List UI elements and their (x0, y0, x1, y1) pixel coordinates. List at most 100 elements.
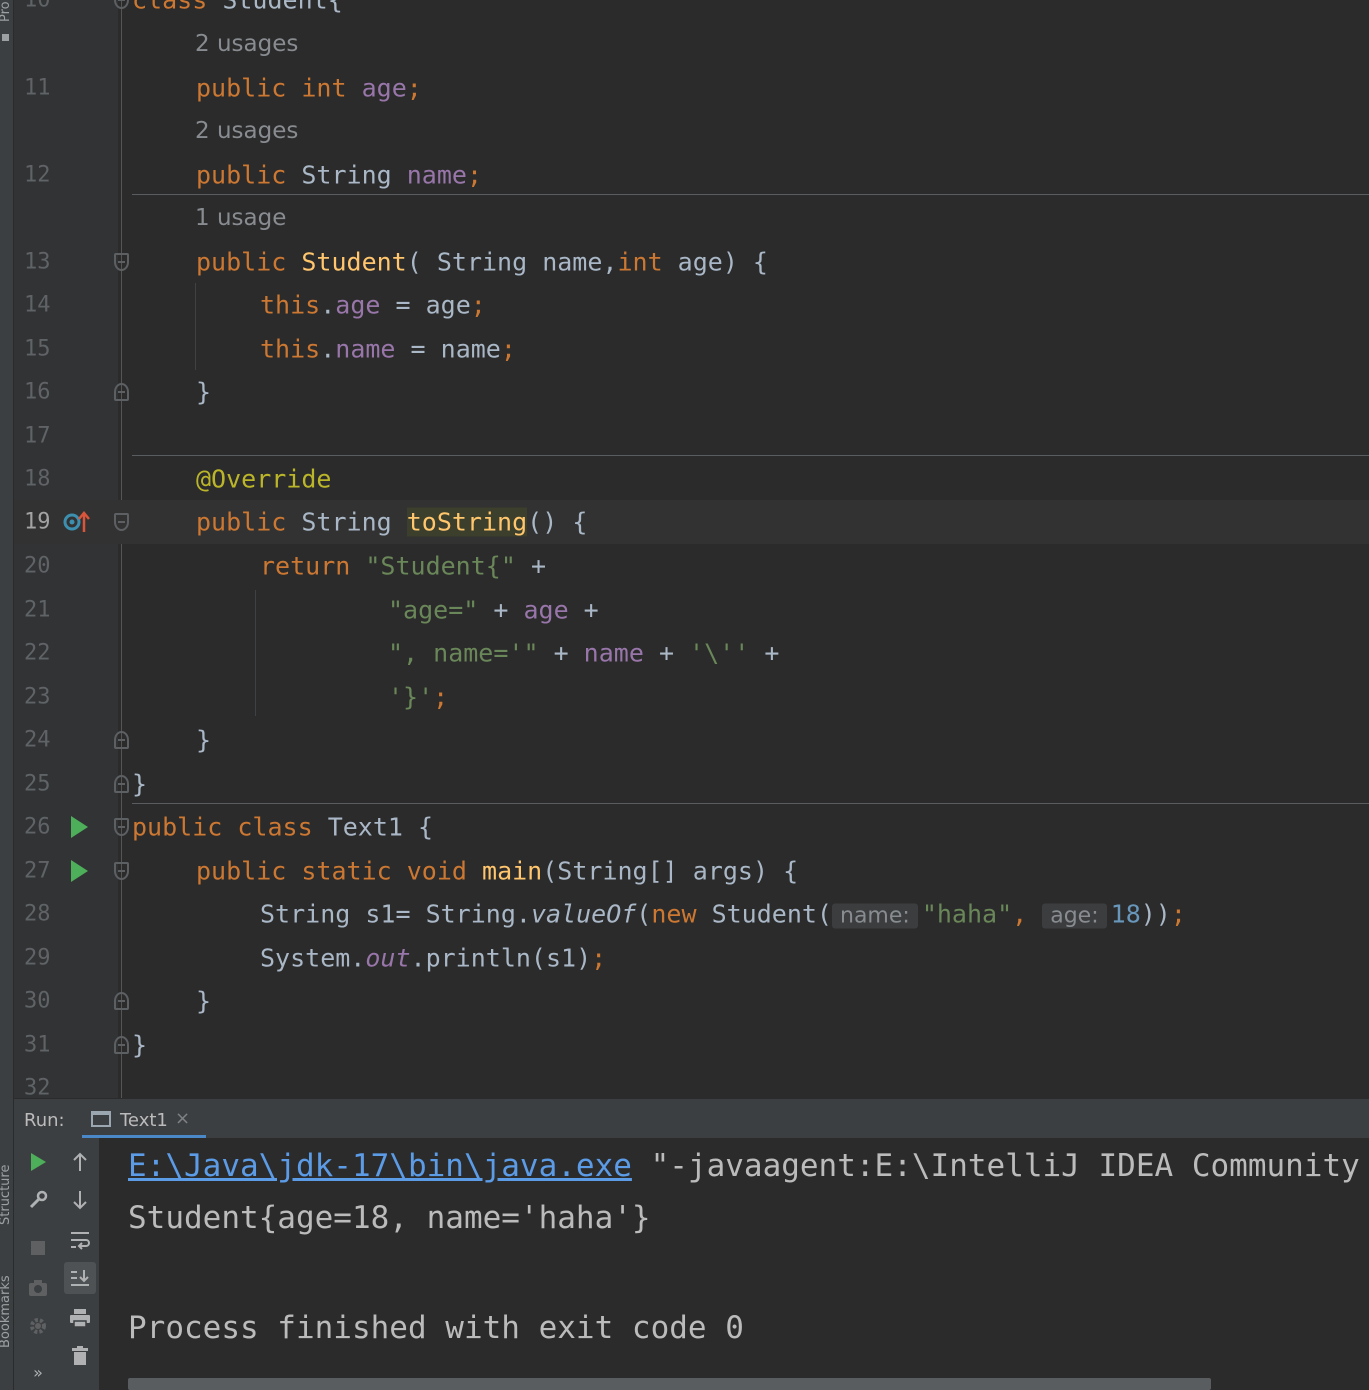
line-number: 26 (24, 814, 51, 840)
code-line-21[interactable]: 21 "age=" + age + (14, 588, 1369, 632)
camera-icon (29, 1280, 47, 1296)
code-line-30[interactable]: 30 } (14, 979, 1369, 1023)
overrides-method-icon[interactable] (62, 510, 94, 534)
console-output[interactable]: E:\Java\jdk-17\bin\java.exe "-javaagent:… (100, 1138, 1369, 1390)
code-line-28[interactable]: 28 String s1= String.valueOf(new Student… (14, 892, 1369, 936)
play-icon (31, 1153, 46, 1171)
more-actions-button[interactable]: » (22, 1356, 54, 1388)
usage-hint-row: 1 usage (14, 196, 1369, 240)
modify-run-config-button[interactable] (22, 1184, 54, 1216)
method-separator (132, 194, 1369, 195)
code-line-14[interactable]: 14 this.age = age; (14, 283, 1369, 327)
fold-marker-icon[interactable] (114, 1035, 129, 1054)
line-number: 15 (24, 336, 51, 362)
fold-marker-icon[interactable] (114, 861, 129, 880)
soft-wrap-button[interactable] (64, 1224, 96, 1256)
console-exit-message: Process finished with exit code 0 (128, 1310, 744, 1346)
usage-hint-row: 2 usages (14, 22, 1369, 66)
line-number: 13 (24, 249, 51, 275)
wrench-icon (29, 1190, 48, 1209)
run-class-icon[interactable] (71, 815, 88, 838)
fold-marker-icon[interactable] (114, 991, 129, 1010)
line-number: 32 (24, 1075, 51, 1098)
code-line-13[interactable]: 13 public Student( String name,int age) … (14, 240, 1369, 284)
fold-marker-icon[interactable] (114, 817, 129, 836)
fold-marker-icon[interactable] (114, 382, 129, 401)
usages-inlay[interactable]: 1 usage (195, 205, 286, 231)
code-line-26[interactable]: 26 public class Text1 { (14, 805, 1369, 849)
stop-button[interactable] (22, 1232, 54, 1264)
line-number: 20 (24, 553, 51, 579)
close-tab-icon[interactable]: × (175, 1108, 190, 1129)
clear-all-button[interactable] (64, 1340, 96, 1372)
code-line-23[interactable]: 23 '}'; (14, 675, 1369, 719)
param-hint-name: name: (832, 903, 918, 929)
code-line-24[interactable]: 24 } (14, 718, 1369, 762)
run-panel-label: Run: (24, 1110, 65, 1131)
settings-button[interactable] (22, 1310, 54, 1342)
line-number: 27 (24, 858, 51, 884)
bookmarks-tool-label[interactable]: Bookmarks (0, 1275, 13, 1348)
fold-marker-icon[interactable] (114, 512, 129, 531)
code-line-10[interactable]: 10 class Student{ (14, 0, 1369, 22)
code-line-12[interactable]: 12 public String name; (14, 153, 1369, 197)
scroll-to-end-icon (71, 1270, 89, 1286)
line-number: 19 (24, 509, 51, 535)
line-number: 30 (24, 988, 51, 1014)
gear-icon (30, 1318, 46, 1334)
code-line-22[interactable]: 22 ", name='" + name + '\'' + (14, 631, 1369, 675)
fold-marker-icon[interactable] (114, 774, 129, 793)
line-number: 21 (24, 597, 51, 623)
code-editor[interactable]: 10 class Student{ 2 usages 11 public int… (14, 0, 1369, 1098)
code-line-27[interactable]: 27 public static void main(String[] args… (14, 849, 1369, 893)
arrow-up-icon (73, 1152, 87, 1171)
stop-icon (31, 1241, 45, 1255)
class-separator (132, 803, 1369, 804)
fold-marker-icon[interactable] (114, 252, 129, 271)
run-tab-text1[interactable]: Text1 × (82, 1099, 206, 1139)
code-line-32[interactable]: 32 (14, 1066, 1369, 1098)
console-horizontal-scrollbar[interactable] (128, 1378, 1211, 1390)
usages-inlay[interactable]: 2 usages (195, 31, 298, 57)
code-line-17[interactable]: 17 (14, 414, 1369, 458)
structure-tool-label[interactable]: Structure (0, 1165, 13, 1225)
code-line-20[interactable]: 20 return "Student{" + (14, 544, 1369, 588)
code-line-29[interactable]: 29 System.out.println(s1); (14, 936, 1369, 980)
fold-marker-icon[interactable] (114, 730, 129, 749)
line-number: 23 (24, 684, 51, 710)
run-panel-header: Run: Text1 × (14, 1098, 1369, 1139)
param-hint-age: age: (1042, 903, 1107, 929)
project-tool-label[interactable]: Pro (0, 1, 13, 22)
scroll-up-button[interactable] (64, 1146, 96, 1178)
console-command-line: E:\Java\jdk-17\bin\java.exe "-javaagent:… (128, 1148, 1360, 1184)
printer-icon (70, 1309, 90, 1328)
code-line-18[interactable]: 18 @Override (14, 457, 1369, 501)
left-tool-strip: Pro Structure Bookmarks (0, 0, 14, 1390)
print-button[interactable] (64, 1302, 96, 1334)
trash-icon (72, 1346, 88, 1365)
fold-marker-icon[interactable] (114, 0, 129, 9)
code-line-31[interactable]: 31 } (14, 1023, 1369, 1067)
console-window-icon (91, 1111, 111, 1127)
project-tool-icon[interactable] (2, 34, 9, 41)
run-toolbar: » (14, 1138, 100, 1390)
rerun-button[interactable] (22, 1146, 54, 1178)
arrow-down-icon (73, 1191, 87, 1210)
line-number: 25 (24, 771, 51, 797)
java-exe-link[interactable]: E:\Java\jdk-17\bin\java.exe (128, 1148, 632, 1184)
line-number: 14 (24, 292, 51, 318)
scroll-down-button[interactable] (64, 1184, 96, 1216)
scroll-to-end-button[interactable] (64, 1262, 96, 1294)
usages-inlay[interactable]: 2 usages (195, 118, 298, 144)
run-tab-title: Text1 (120, 1110, 168, 1131)
run-main-icon[interactable] (71, 859, 88, 882)
dump-threads-button[interactable] (22, 1272, 54, 1304)
line-number: 16 (24, 379, 51, 405)
line-number: 22 (24, 640, 51, 666)
code-line-19-current[interactable]: 19 public String toString() { (14, 500, 1369, 544)
code-line-15[interactable]: 15 this.name = name; (14, 327, 1369, 371)
usage-hint-row: 2 usages (14, 109, 1369, 153)
code-line-16[interactable]: 16 } (14, 370, 1369, 414)
code-line-25[interactable]: 25 } (14, 762, 1369, 806)
code-line-11[interactable]: 11 public int age; (14, 66, 1369, 110)
